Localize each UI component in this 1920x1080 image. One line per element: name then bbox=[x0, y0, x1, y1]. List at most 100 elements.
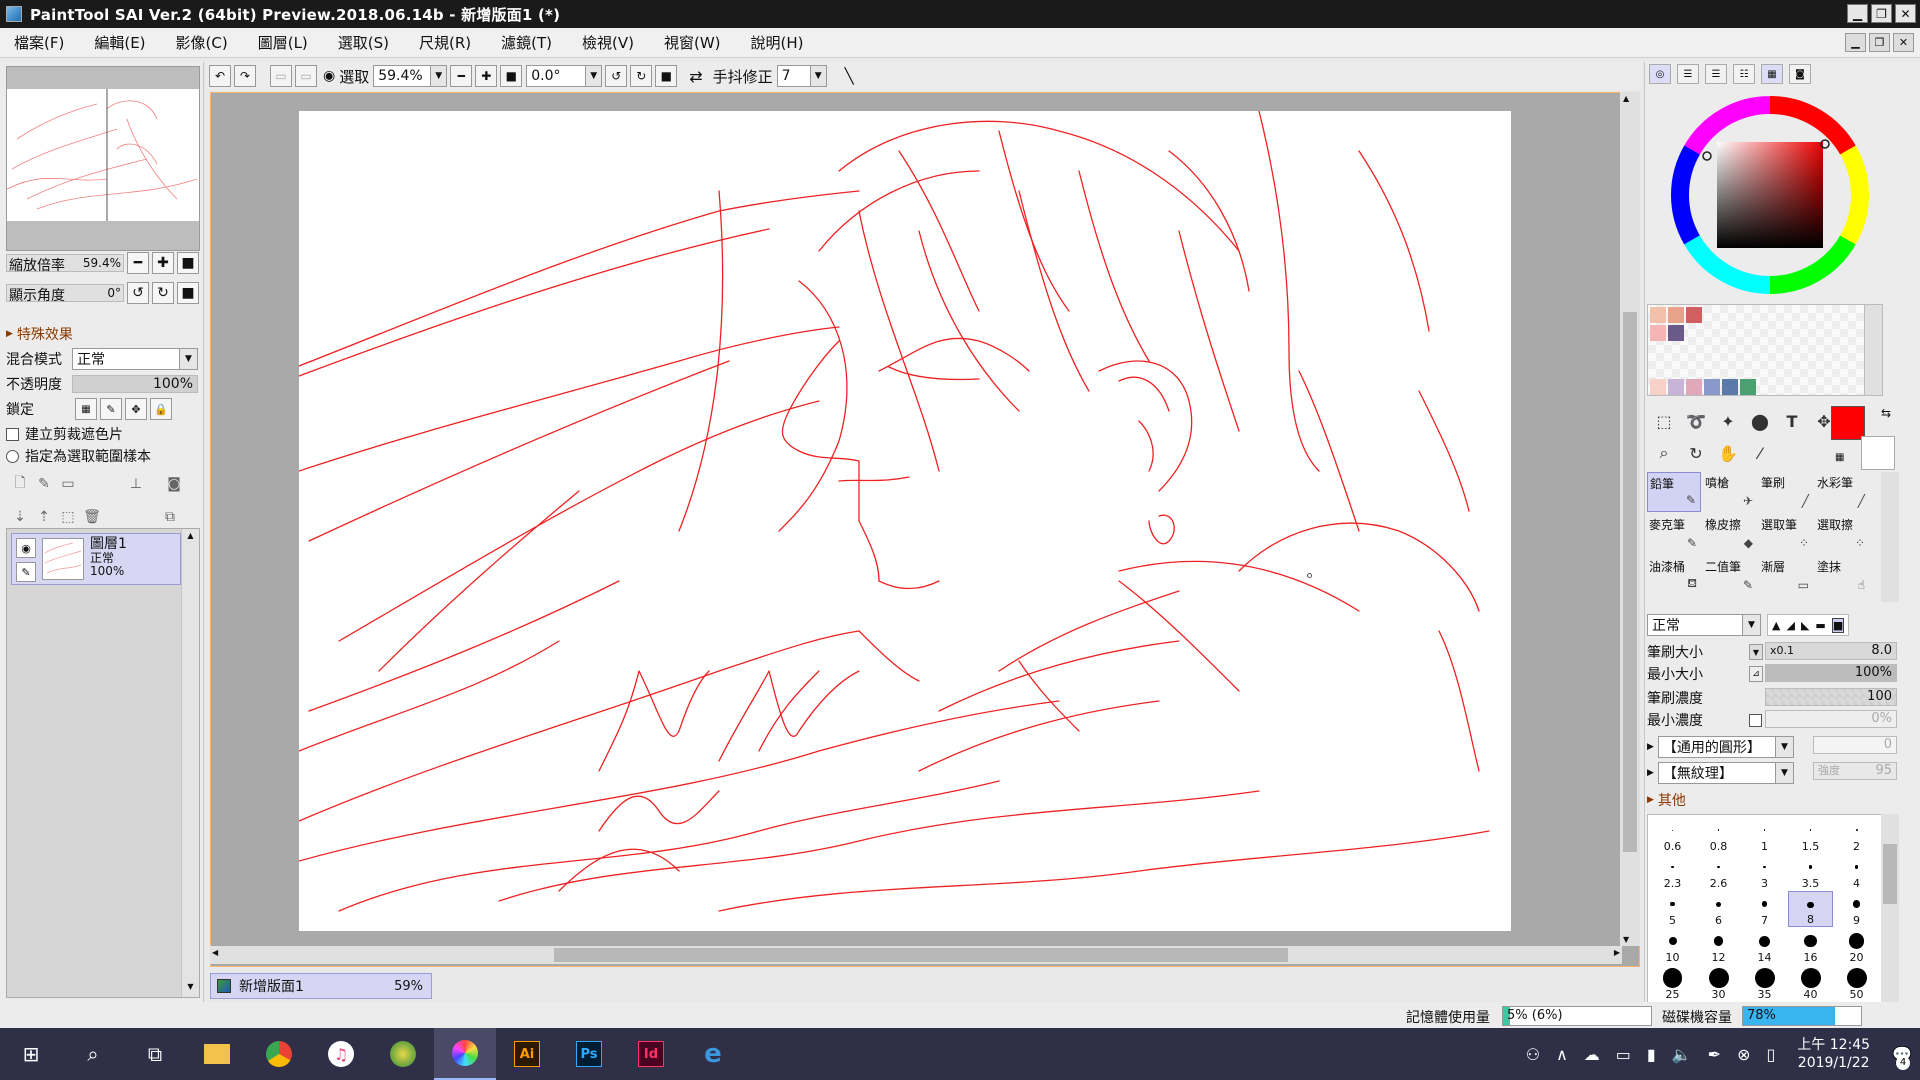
undo-button[interactable]: ↶ bbox=[209, 65, 231, 87]
scroll-down-icon[interactable]: ▼ bbox=[184, 982, 197, 995]
brush-size-preset[interactable]: 2.6 bbox=[1696, 854, 1741, 890]
battery-icon[interactable]: ▮ bbox=[1647, 1045, 1656, 1064]
straight-line-icon[interactable]: ╲ bbox=[845, 67, 854, 85]
document-tab[interactable]: 新增版面1 59% bbox=[210, 973, 432, 999]
stabilizer-field[interactable]: 7 ▼ bbox=[776, 65, 827, 87]
zoom-slider[interactable]: 縮放倍率 59.4% bbox=[6, 254, 124, 274]
canvas-area[interactable] bbox=[210, 92, 1640, 967]
zoom-out-button[interactable]: ━ bbox=[127, 252, 149, 274]
invert-selection-button[interactable]: ▭ bbox=[295, 65, 317, 87]
pencil-icon[interactable]: ✎ bbox=[16, 562, 36, 582]
swatch[interactable] bbox=[1668, 325, 1684, 341]
swatch[interactable] bbox=[1722, 379, 1738, 395]
delete-layer-icon[interactable]: 🗑 bbox=[82, 507, 102, 527]
brush-size-preset[interactable]: 5 bbox=[1650, 891, 1695, 927]
zoom-out-button[interactable]: ━ bbox=[450, 65, 473, 87]
preset-scroll-thumb[interactable] bbox=[1883, 844, 1897, 904]
swatch[interactable] bbox=[1650, 379, 1666, 395]
canvas-paper[interactable] bbox=[298, 110, 1511, 931]
hand-icon[interactable]: ✋ bbox=[1715, 440, 1741, 466]
density-slider[interactable]: 100 bbox=[1765, 688, 1897, 706]
zoom-reset-button[interactable]: ■ bbox=[177, 252, 199, 274]
text-icon[interactable]: T bbox=[1779, 408, 1805, 434]
itunes-icon[interactable]: ♫ bbox=[310, 1028, 372, 1080]
brush-size-preset[interactable]: 7 bbox=[1742, 891, 1787, 927]
clip-checkbox[interactable] bbox=[6, 427, 19, 441]
min-density-slider[interactable]: 0% bbox=[1765, 710, 1897, 728]
brush-size-preset[interactable]: 2.3 bbox=[1650, 854, 1695, 890]
brush-blur[interactable]: 塗抹 ☝ bbox=[1815, 556, 1869, 596]
lock-paint-icon[interactable]: ✎ bbox=[100, 398, 122, 420]
redo-button[interactable]: ↷ bbox=[234, 65, 256, 87]
brush-bucket[interactable]: 油漆桶 ⛾ bbox=[1647, 556, 1701, 596]
rotate-left-button[interactable]: ↺ bbox=[605, 65, 628, 87]
selection-source-row[interactable]: 指定為選取範圍樣本 bbox=[6, 446, 151, 466]
eye-icon[interactable]: ◉ bbox=[16, 538, 36, 558]
swatch-panel[interactable] bbox=[1647, 304, 1883, 396]
scratchpad-tab-icon[interactable]: ◙ bbox=[1789, 64, 1811, 84]
volume-icon[interactable]: 🔈 bbox=[1672, 1045, 1692, 1064]
mixer-tab-icon[interactable]: ☷ bbox=[1733, 64, 1755, 84]
scroll-right-icon[interactable]: ▶ bbox=[1614, 948, 1620, 957]
opacity-slider[interactable]: 100% bbox=[72, 375, 198, 393]
layer-property-icon[interactable]: ⧉ bbox=[160, 507, 180, 527]
layer-item[interactable]: ◉ ✎ 圖層1 正常 100% bbox=[11, 533, 181, 585]
eyedropper-icon[interactable]: ⁄ bbox=[1747, 440, 1773, 466]
rotate-right-button[interactable]: ↻ bbox=[630, 65, 653, 87]
zoom-field[interactable]: 59.4% ▼ bbox=[373, 65, 448, 87]
cloud-icon[interactable]: ☁ bbox=[1584, 1045, 1600, 1064]
pen-icon[interactable]: ✒ bbox=[1708, 1045, 1721, 1064]
color-wheel[interactable] bbox=[1665, 90, 1875, 300]
swatch[interactable] bbox=[1668, 379, 1684, 395]
rect-select-icon[interactable]: ⬚ bbox=[1651, 408, 1677, 434]
zoom-reset-button[interactable]: ■ bbox=[500, 65, 523, 87]
lock-transparency-icon[interactable]: ▦ bbox=[75, 398, 97, 420]
illustrator-icon[interactable]: Ai bbox=[496, 1028, 558, 1080]
brush-size-preset[interactable]: 9 bbox=[1834, 891, 1879, 927]
brush-size-preset[interactable]: 4 bbox=[1834, 854, 1879, 890]
menu-layer[interactable]: 圖層(L) bbox=[258, 32, 308, 53]
menu-file[interactable]: 檔案(F) bbox=[14, 32, 64, 53]
brush-size-preset[interactable]: 3 bbox=[1742, 854, 1787, 890]
brush-blend-select[interactable]: 正常 ▼ bbox=[1647, 614, 1761, 636]
brush-watercolor[interactable]: 水彩筆 ╱ bbox=[1815, 472, 1869, 512]
menu-filter[interactable]: 濾鏡(T) bbox=[501, 32, 552, 53]
close-button[interactable]: ✕ bbox=[1895, 4, 1916, 23]
magic-wand-icon[interactable]: ✦ bbox=[1715, 408, 1741, 434]
scroll-up-icon[interactable]: ▲ bbox=[1623, 94, 1629, 103]
size-mult-dropdown[interactable]: ▼ bbox=[1749, 644, 1763, 660]
new-linework-icon[interactable]: ✎ bbox=[34, 474, 54, 494]
brush-gradient[interactable]: 漸層 ▭ bbox=[1759, 556, 1813, 596]
brush-size-preset[interactable]: 1 bbox=[1742, 817, 1787, 853]
rotate-right-button[interactable]: ↻ bbox=[152, 282, 174, 304]
tablet-icon[interactable]: ▯ bbox=[1766, 1045, 1775, 1064]
min-density-checkbox[interactable] bbox=[1749, 713, 1762, 727]
foreground-color[interactable] bbox=[1831, 406, 1865, 440]
brush-binary[interactable]: 二值筆 ✎ bbox=[1703, 556, 1757, 596]
eye-icon[interactable]: ◉ bbox=[323, 68, 335, 84]
rotate-left-button[interactable]: ↺ bbox=[127, 282, 149, 304]
horizontal-scroll-thumb[interactable] bbox=[554, 948, 1288, 962]
navigator[interactable] bbox=[6, 66, 200, 251]
blend-mode-select[interactable]: 正常 ▼ bbox=[72, 348, 198, 370]
texture-strength-slider[interactable]: 強度 95 bbox=[1813, 762, 1897, 780]
layer-list[interactable]: ◉ ✎ 圖層1 正常 100% ▲ ▼ bbox=[6, 528, 200, 998]
brush-size-preset[interactable]: 3.5 bbox=[1788, 854, 1833, 890]
painttool-sai-icon[interactable] bbox=[434, 1028, 496, 1080]
zoom-in-button[interactable]: ✚ bbox=[475, 65, 498, 87]
swatch-scrollbar[interactable] bbox=[1864, 305, 1882, 395]
shape-soft-icon[interactable]: ◣ bbox=[1801, 619, 1809, 632]
min-size-lock-icon[interactable]: ⊿ bbox=[1749, 666, 1763, 682]
doc-restore-button[interactable]: ❐ bbox=[1869, 33, 1890, 52]
swatch[interactable] bbox=[1704, 379, 1720, 395]
merge-down-icon[interactable]: ⊥ bbox=[126, 474, 146, 494]
brush-size-preset[interactable]: 2 bbox=[1834, 817, 1879, 853]
vertical-scroll-thumb[interactable] bbox=[1623, 312, 1637, 852]
deselect-button[interactable]: ▭ bbox=[270, 65, 292, 87]
background-color[interactable] bbox=[1861, 436, 1895, 470]
brush-size-preset[interactable]: 35 bbox=[1742, 965, 1787, 1001]
brush-size-preset[interactable]: 40 bbox=[1788, 965, 1833, 1001]
swatch[interactable] bbox=[1686, 307, 1702, 323]
brush-size-preset[interactable]: 6 bbox=[1696, 891, 1741, 927]
transparent-color-icon[interactable]: ▦ bbox=[1835, 452, 1844, 463]
